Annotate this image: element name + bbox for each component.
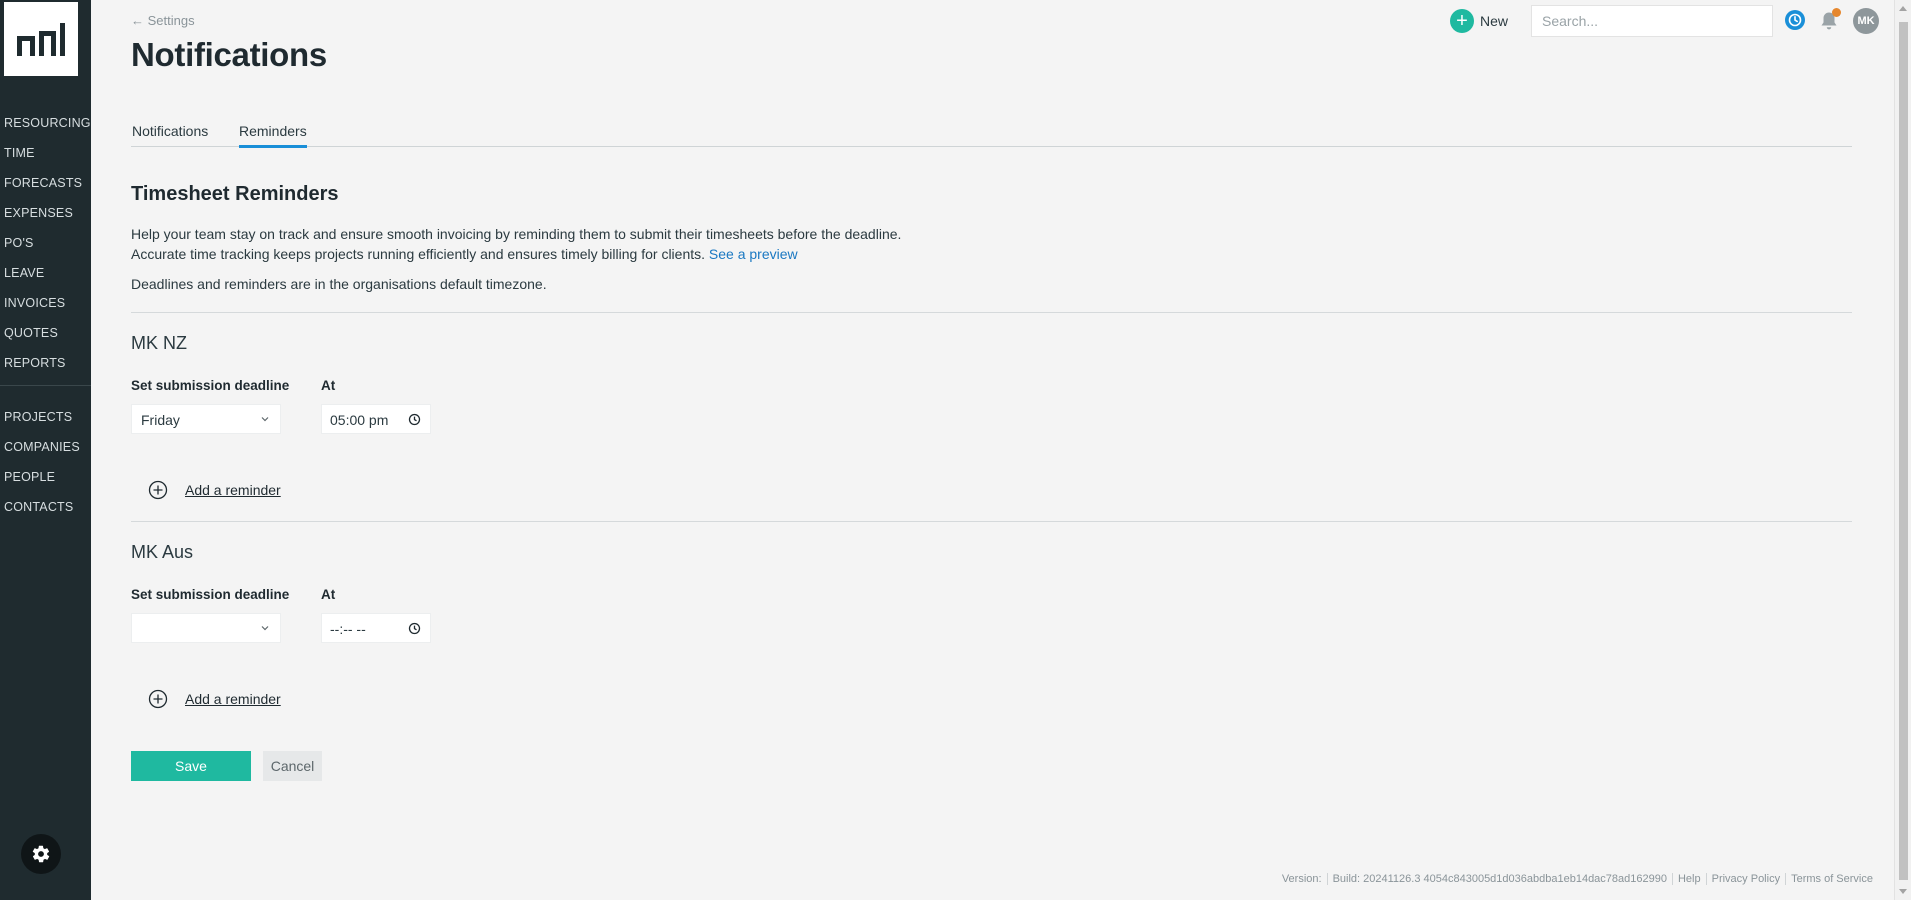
sidebar-item-forecasts[interactable]: FORECASTS	[0, 168, 91, 198]
deadline-time-input[interactable]: 05:00 pm	[321, 404, 431, 434]
sidebar-item-reports[interactable]: REPORTS	[0, 348, 91, 378]
deadline-time-input[interactable]: --:-- --	[321, 613, 431, 643]
sidebar-main-nav: RESOURCING TIME FORECASTS EXPENSES PO'S …	[0, 108, 91, 378]
plus-icon: +	[1450, 9, 1474, 33]
deadline-day-value: Friday	[141, 412, 180, 428]
search-input[interactable]	[1531, 5, 1773, 37]
footer-privacy-link[interactable]: Privacy Policy	[1705, 873, 1785, 885]
app-logo[interactable]	[4, 2, 78, 76]
plus-circle-icon	[148, 480, 168, 500]
sidebar-item-expenses[interactable]: EXPENSES	[0, 198, 91, 228]
tab-notifications[interactable]: Notifications	[132, 122, 208, 147]
sidebar-item-leave[interactable]: LEAVE	[0, 258, 91, 288]
chevron-down-icon	[261, 417, 269, 422]
footer-build: Build: 20241126.3 4054c843005d1d036abdba…	[1326, 873, 1672, 885]
region-name-mk-aus: MK Aus	[131, 542, 194, 562]
footer: Version: Build: 20241126.3 4054c843005d1…	[1277, 873, 1878, 885]
chevron-down-icon	[261, 626, 269, 631]
at-label: At	[321, 587, 336, 602]
timer-button[interactable]	[1785, 10, 1805, 30]
new-button-label: New	[1480, 13, 1509, 29]
add-reminder-button[interactable]: Add a reminder	[148, 687, 281, 711]
new-button[interactable]: + New	[1450, 8, 1508, 34]
deadline-day-select[interactable]: Friday	[131, 404, 281, 434]
see-preview-link[interactable]: See a preview	[709, 246, 798, 262]
deadline-day-select[interactable]	[131, 613, 281, 643]
tab-reminders[interactable]: Reminders	[239, 122, 307, 148]
notifications-button[interactable]	[1817, 8, 1841, 33]
gear-icon	[32, 845, 50, 863]
footer-terms-link[interactable]: Terms of Service	[1785, 873, 1878, 885]
description-line-2: Accurate time tracking keeps projects ru…	[131, 246, 798, 262]
deadline-time-value: 05:00 pm	[330, 412, 389, 428]
plus-circle-icon	[148, 689, 168, 709]
scrollbar-thumb[interactable]	[1899, 22, 1908, 880]
settings-tabs: Notifications Reminders	[131, 122, 1852, 148]
deadline-time-value: --:-- --	[330, 621, 366, 637]
back-to-settings-link[interactable]: ← Settings	[131, 13, 195, 28]
timezone-note: Deadlines and reminders are in the organ…	[131, 276, 547, 292]
sidebar-item-time[interactable]: TIME	[0, 138, 91, 168]
scroll-down-icon[interactable]	[1899, 889, 1907, 894]
at-label: At	[321, 378, 336, 393]
add-reminder-label: Add a reminder	[185, 691, 281, 707]
page-scrollbar[interactable]	[1894, 0, 1911, 900]
sidebar-item-contacts[interactable]: CONTACTS	[0, 492, 91, 522]
region-name-mk-nz: MK NZ	[131, 333, 187, 353]
footer-version: Version:	[1281, 873, 1322, 885]
user-avatar[interactable]: MK	[1853, 8, 1879, 34]
page-title: Notifications	[131, 36, 327, 73]
description-line-2-text: Accurate time tracking keeps projects ru…	[131, 246, 706, 262]
sidebar-item-resourcing[interactable]: RESOURCING	[0, 108, 91, 138]
add-reminder-label: Add a reminder	[185, 482, 281, 498]
sidebar-item-people[interactable]: PEOPLE	[0, 462, 91, 492]
sidebar-item-pos[interactable]: PO'S	[0, 228, 91, 258]
section-divider	[131, 312, 1852, 313]
deadline-label: Set submission deadline	[131, 587, 290, 602]
sidebar-divider	[0, 385, 91, 386]
sidebar-item-invoices[interactable]: INVOICES	[0, 288, 91, 318]
save-button[interactable]: Save	[131, 751, 251, 781]
settings-button[interactable]	[21, 834, 61, 874]
notification-dot	[1832, 8, 1841, 17]
scroll-up-icon[interactable]	[1899, 6, 1907, 11]
sidebar: RESOURCING TIME FORECASTS EXPENSES PO'S …	[0, 0, 91, 900]
sidebar-item-companies[interactable]: COMPANIES	[0, 432, 91, 462]
pm-logo-icon	[17, 23, 65, 56]
sidebar-item-projects[interactable]: PROJECTS	[0, 402, 91, 432]
cancel-button[interactable]: Cancel	[263, 751, 322, 781]
clock-icon	[1788, 13, 1802, 27]
section-title: Timesheet Reminders	[131, 183, 339, 205]
clock-icon	[408, 622, 421, 635]
footer-help-link[interactable]: Help	[1671, 873, 1706, 885]
add-reminder-button[interactable]: Add a reminder	[148, 478, 281, 502]
clock-icon	[408, 413, 421, 426]
sidebar-item-quotes[interactable]: QUOTES	[0, 318, 91, 348]
description-line-1: Help your team stay on track and ensure …	[131, 226, 902, 242]
sidebar-secondary-nav: PROJECTS COMPANIES PEOPLE CONTACTS	[0, 402, 91, 522]
region-divider	[131, 521, 1852, 522]
deadline-label: Set submission deadline	[131, 378, 290, 393]
